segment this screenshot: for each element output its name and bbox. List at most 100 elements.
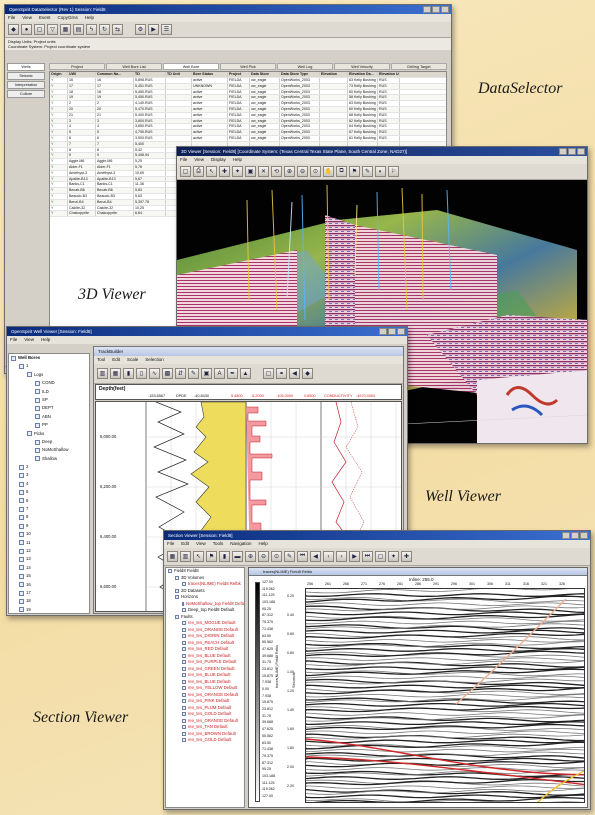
- lightning-icon[interactable]: ϟ: [86, 24, 97, 35]
- page-icon[interactable]: ▢: [34, 24, 45, 35]
- data-selector-titlebar[interactable]: OpenSpirit DataSelector (Rev 1) Session:…: [5, 5, 451, 14]
- pointer-icon[interactable]: ↖: [193, 551, 204, 562]
- flag-icon[interactable]: ⚑: [206, 551, 217, 562]
- tree-well[interactable]: 15: [9, 572, 89, 580]
- zoom-in-icon[interactable]: ⊕: [284, 166, 295, 177]
- hand-icon[interactable]: ✋: [323, 166, 334, 177]
- tree-well[interactable]: 14: [9, 564, 89, 572]
- layout-icon[interactable]: ▦: [167, 551, 178, 562]
- column-header[interactable]: TD Unit: [166, 72, 192, 77]
- menu-file[interactable]: File: [167, 540, 174, 548]
- section-viewer-titlebar[interactable]: Section Viewer [Session: Field8]: [164, 531, 590, 540]
- tree-well[interactable]: 4: [9, 480, 89, 488]
- tree-pick-item[interactable]: Shallow: [9, 455, 89, 463]
- maximize-button[interactable]: [388, 328, 396, 335]
- tab-well-log[interactable]: Well Log: [277, 63, 333, 70]
- minimize-button[interactable]: [559, 148, 567, 155]
- close-button[interactable]: [397, 328, 405, 335]
- side-tab-culture[interactable]: Culture: [7, 90, 45, 98]
- forward-icon[interactable]: ›: [336, 551, 347, 562]
- tree-pick-item[interactable]: NoMoShallow: [9, 446, 89, 454]
- menu-view[interactable]: View: [196, 540, 206, 548]
- tab-well-pick[interactable]: Well Pick: [220, 63, 276, 70]
- tree-well[interactable]: 16: [9, 581, 89, 589]
- side-tab-wells[interactable]: Wells: [7, 63, 45, 71]
- tree-well[interactable]: 7: [9, 505, 89, 513]
- refresh-icon[interactable]: ↻: [99, 24, 110, 35]
- menu-file[interactable]: File: [8, 14, 15, 22]
- column-header[interactable]: Data Store: [250, 72, 280, 77]
- side-tab-seismic[interactable]: Seismic: [7, 72, 45, 80]
- table-icon[interactable]: ▦: [60, 24, 71, 35]
- tree-well[interactable]: 18: [9, 597, 89, 605]
- tree-well[interactable]: 1: [9, 362, 89, 370]
- tree-well[interactable]: 8: [9, 513, 89, 521]
- back-icon[interactable]: ‹: [323, 551, 334, 562]
- pen-icon[interactable]: ✒: [227, 368, 238, 379]
- menu-copygrns[interactable]: CopyGrns: [57, 14, 77, 22]
- text-icon[interactable]: A: [214, 368, 225, 379]
- zoom-fit-icon[interactable]: ⊙: [310, 166, 321, 177]
- add-track-icon[interactable]: ▦: [110, 368, 121, 379]
- light-icon[interactable]: ✦: [232, 166, 243, 177]
- maximize-button[interactable]: [432, 6, 440, 13]
- tree-well[interactable]: 6: [9, 497, 89, 505]
- last-icon[interactable]: ⏭: [362, 551, 373, 562]
- circle-icon[interactable]: ●: [21, 24, 32, 35]
- fill-icon[interactable]: ▩: [162, 368, 173, 379]
- column-header[interactable]: Elevation: [320, 72, 348, 77]
- minimize-button[interactable]: [423, 6, 431, 13]
- close-button[interactable]: [441, 6, 449, 13]
- panel-icon[interactable]: ▢: [375, 551, 386, 562]
- tree-log-item[interactable]: DEPT: [9, 404, 89, 412]
- menu-view[interactable]: View: [22, 14, 32, 22]
- tree-well[interactable]: 3: [9, 471, 89, 479]
- tree-folder-picks[interactable]: Picks: [9, 430, 89, 438]
- column-header[interactable]: Origin: [50, 72, 68, 77]
- column-header[interactable]: Bore Status: [192, 72, 228, 77]
- sound-icon[interactable]: ◀: [289, 368, 300, 379]
- new-icon[interactable]: ▢: [180, 166, 191, 177]
- column-header[interactable]: UWI: [68, 72, 96, 77]
- zoom-out-icon[interactable]: ⊖: [297, 166, 308, 177]
- column-header[interactable]: Elevation Unit: [378, 72, 400, 77]
- menu-help[interactable]: Help: [85, 14, 94, 22]
- tree-well[interactable]: 19: [9, 606, 89, 613]
- menu-view[interactable]: View: [194, 156, 204, 164]
- menu-help[interactable]: Help: [41, 336, 50, 344]
- bar-icon[interactable]: ▮: [123, 368, 134, 379]
- menu-file[interactable]: File: [10, 336, 17, 344]
- image-icon[interactable]: ▣: [201, 368, 212, 379]
- column-header[interactable]: Elevation Da...: [348, 72, 378, 77]
- tree-log-item[interactable]: ILD: [9, 388, 89, 396]
- menu-help[interactable]: Help: [233, 156, 242, 164]
- color-icon[interactable]: ◆: [302, 368, 313, 379]
- maximize-button[interactable]: [568, 148, 576, 155]
- link-icon[interactable]: ⚭: [276, 368, 287, 379]
- tree-pick-item[interactable]: Deep: [9, 438, 89, 446]
- prev-icon[interactable]: ◀: [310, 551, 321, 562]
- menu-event[interactable]: Event: [39, 14, 51, 22]
- tab-drilling-target[interactable]: Drilling Target: [391, 63, 447, 70]
- menu-navigation[interactable]: Navigation: [230, 540, 251, 548]
- menu-view[interactable]: View: [24, 336, 34, 344]
- trackbuilder-titlebar[interactable]: TrackBuilder: [94, 347, 403, 356]
- track-icon[interactable]: ▥: [97, 368, 108, 379]
- window-icon[interactable]: ▢: [263, 368, 274, 379]
- list-icon[interactable]: ☰: [161, 24, 172, 35]
- edit-icon[interactable]: ✎: [188, 368, 199, 379]
- pointer-icon[interactable]: ↖: [206, 166, 217, 177]
- pen-icon[interactable]: ✎: [284, 551, 295, 562]
- menu-tools[interactable]: Tools: [213, 540, 224, 548]
- play-icon[interactable]: ▶: [148, 24, 159, 35]
- tree-well[interactable]: 5: [9, 488, 89, 496]
- seismic-section[interactable]: [305, 588, 585, 803]
- grid-icon[interactable]: ▥: [180, 551, 191, 562]
- menu-display[interactable]: Display: [211, 156, 226, 164]
- tree-well[interactable]: 17: [9, 589, 89, 597]
- tree-item[interactable]: rev_tes_GOLD Default: [166, 737, 244, 744]
- color-bar-icon[interactable]: ▬: [232, 551, 243, 562]
- pick-icon[interactable]: ✚: [401, 551, 412, 562]
- menu-file[interactable]: File: [180, 156, 187, 164]
- export-icon[interactable]: ⇆: [112, 24, 123, 35]
